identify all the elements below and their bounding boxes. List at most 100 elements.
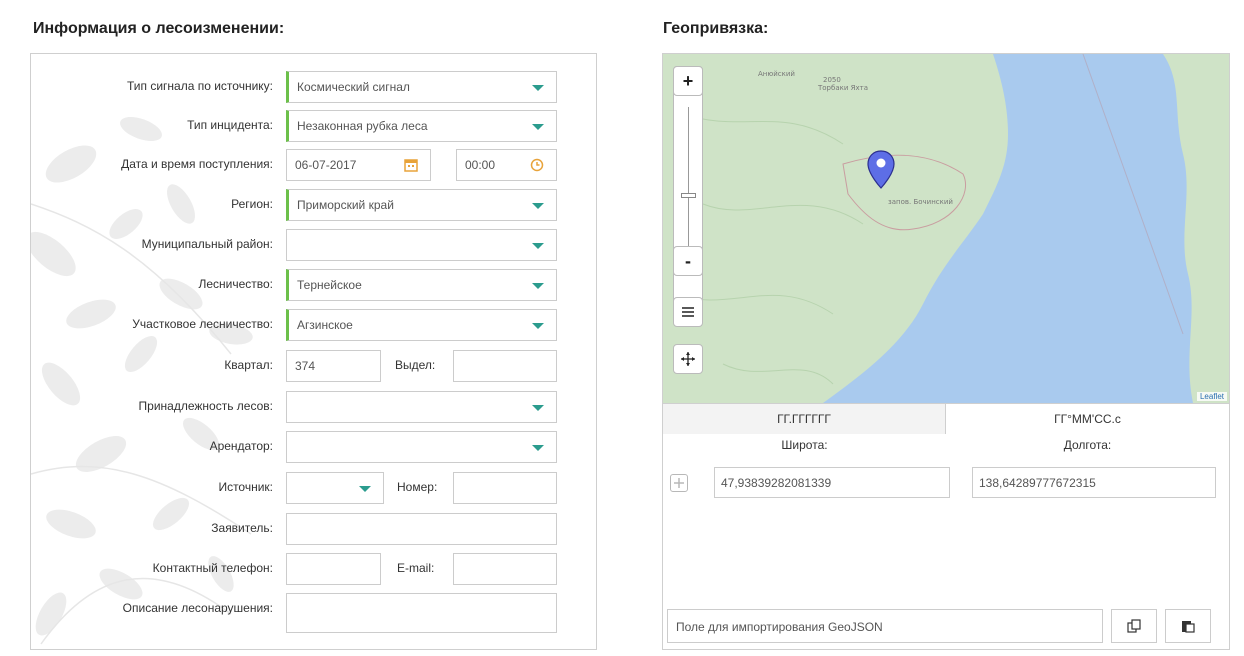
allotment-input[interactable] (453, 350, 557, 382)
zoom-track (688, 107, 689, 257)
geo-section-title: Геопривязка: (663, 20, 769, 37)
incident-type-select[interactable]: Незаконная рубка леса (286, 110, 557, 142)
phone-input[interactable] (286, 553, 381, 585)
municipal-select[interactable] (286, 229, 557, 261)
tenant-select[interactable] (286, 431, 557, 463)
incident-type-label: Тип инцидента: (187, 118, 273, 132)
number-label: Номер: (397, 480, 438, 494)
district-forestry-value: Агзинское (297, 318, 353, 332)
zoom-out-button[interactable]: - (673, 246, 703, 276)
chevron-down-icon (532, 243, 544, 249)
locate-icon (681, 352, 695, 366)
region-label: Регион: (231, 197, 273, 211)
ownership-row: Принадлежность лесов: (31, 391, 596, 423)
forestry-select[interactable]: Тернейское (286, 269, 557, 301)
district-forestry-label: Участковое лесничество: (132, 317, 273, 331)
chevron-down-icon (359, 486, 371, 492)
quarter-label: Квартал: (224, 358, 273, 372)
longitude-label: Долгота: (1063, 438, 1112, 452)
ownership-select[interactable] (286, 391, 557, 423)
source-label: Источник: (218, 480, 273, 494)
forestry-value: Тернейское (297, 278, 362, 292)
locate-button[interactable] (673, 344, 703, 374)
description-label: Описание лесонарушения: (122, 601, 273, 615)
layers-icon (682, 307, 694, 317)
quarter-row: Квартал: 374 Выдел: (31, 350, 596, 382)
applicant-label: Заявитель: (211, 521, 273, 535)
zoom-slider-handle[interactable] (681, 193, 696, 198)
copy-icon (1127, 619, 1141, 633)
applicant-row: Заявитель: (31, 513, 596, 545)
latitude-input[interactable]: 47,93839282081339 (714, 467, 950, 498)
paste-icon (1182, 621, 1195, 633)
longitude-value: 138,64289777672315 (979, 476, 1096, 490)
applicant-input[interactable] (286, 513, 557, 545)
incident-type-row: Тип инцидента: Незаконная рубка леса (31, 110, 596, 142)
longitude-input[interactable]: 138,64289777672315 (972, 467, 1216, 498)
received-time-input[interactable]: 00:00 (456, 149, 557, 181)
map-marker-icon[interactable] (867, 150, 895, 190)
latitude-value: 47,93839282081339 (721, 476, 832, 490)
geojson-import-input[interactable]: Поле для импортирования GeoJSON (667, 609, 1103, 643)
received-date-value: 06-07-2017 (295, 158, 357, 172)
chevron-down-icon (532, 405, 544, 411)
chevron-down-icon (532, 203, 544, 209)
region-select[interactable]: Приморский край (286, 189, 557, 221)
district-forestry-select[interactable]: Агзинское (286, 309, 557, 341)
map-label-anyuisky: Анюйский (758, 70, 795, 78)
description-row: Описание лесонарушения: (31, 593, 596, 635)
forestry-row: Лесничество: Тернейское (31, 269, 596, 301)
email-input[interactable] (453, 553, 557, 585)
source-select[interactable] (286, 472, 384, 504)
map-view[interactable]: Анюйский 2050 Торбаки Яхта запов. Бочинс… (663, 54, 1229, 403)
email-label: E-mail: (397, 561, 435, 575)
received-label: Дата и время поступления: (121, 157, 273, 171)
allotment-label: Выдел: (395, 358, 436, 372)
description-textarea[interactable] (286, 593, 557, 633)
tenant-row: Арендатор: (31, 431, 596, 463)
source-row: Источник: Номер: (31, 472, 596, 504)
geo-panel: Анюйский 2050 Торбаки Яхта запов. Бочинс… (662, 53, 1230, 650)
received-row: Дата и время поступления: 06-07-2017 00:… (31, 149, 596, 181)
map-label-2050: 2050 (823, 76, 841, 84)
phone-row: Контактный телефон: E-mail: (31, 553, 596, 585)
tab-decimal-degrees[interactable]: ГГ.ГГГГГГ (663, 404, 946, 434)
coord-format-tabs: ГГ.ГГГГГГ ГГ°ММ'СС.с (663, 403, 1229, 434)
calendar-icon[interactable] (404, 158, 418, 172)
geojson-placeholder: Поле для импортирования GeoJSON (676, 620, 883, 634)
incident-info-panel: Тип сигнала по источнику: Космический си… (30, 53, 597, 650)
tab-dms[interactable]: ГГ°ММ'СС.с (946, 404, 1229, 434)
leaflet-attribution[interactable]: Leaflet (1196, 392, 1227, 401)
form-section-title: Информация о лесоизменении: (33, 20, 285, 37)
municipal-row: Муниципальный район: (31, 229, 596, 261)
received-date-input[interactable]: 06-07-2017 (286, 149, 431, 181)
signal-type-row: Тип сигнала по источнику: Космический си… (31, 71, 596, 103)
region-value: Приморский край (297, 198, 394, 212)
copy-geojson-button[interactable] (1111, 609, 1157, 643)
ownership-label: Принадлежность лесов: (138, 399, 273, 413)
tenant-label: Арендатор: (209, 439, 273, 453)
signal-type-label: Тип сигнала по источнику: (126, 79, 273, 93)
map-tiles: Анюйский 2050 Торбаки Яхта запов. Бочинс… (663, 54, 1229, 403)
municipal-label: Муниципальный район: (141, 237, 273, 251)
map-label-torbaki: Торбаки Яхта (817, 84, 868, 92)
signal-type-select[interactable]: Космический сигнал (286, 71, 557, 103)
layers-button[interactable] (673, 297, 703, 327)
latitude-label: Широта: (781, 438, 828, 452)
chevron-down-icon (532, 323, 544, 329)
zoom-in-button[interactable]: + (673, 66, 703, 96)
map-label-reserve: запов. Бочинский (888, 198, 953, 206)
chevron-down-icon (532, 85, 544, 91)
add-point-icon[interactable] (670, 474, 688, 492)
quarter-input[interactable]: 374 (286, 350, 381, 382)
incident-type-value: Незаконная рубка леса (297, 119, 428, 133)
clock-icon[interactable] (530, 158, 544, 172)
chevron-down-icon (532, 283, 544, 289)
region-row: Регион: Приморский край (31, 189, 596, 221)
district-forestry-row: Участковое лесничество: Агзинское (31, 309, 596, 341)
received-time-value: 00:00 (465, 158, 496, 172)
quarter-value: 374 (295, 359, 316, 373)
number-input[interactable] (453, 472, 557, 504)
chevron-down-icon (532, 445, 544, 451)
paste-geojson-button[interactable] (1165, 609, 1211, 643)
